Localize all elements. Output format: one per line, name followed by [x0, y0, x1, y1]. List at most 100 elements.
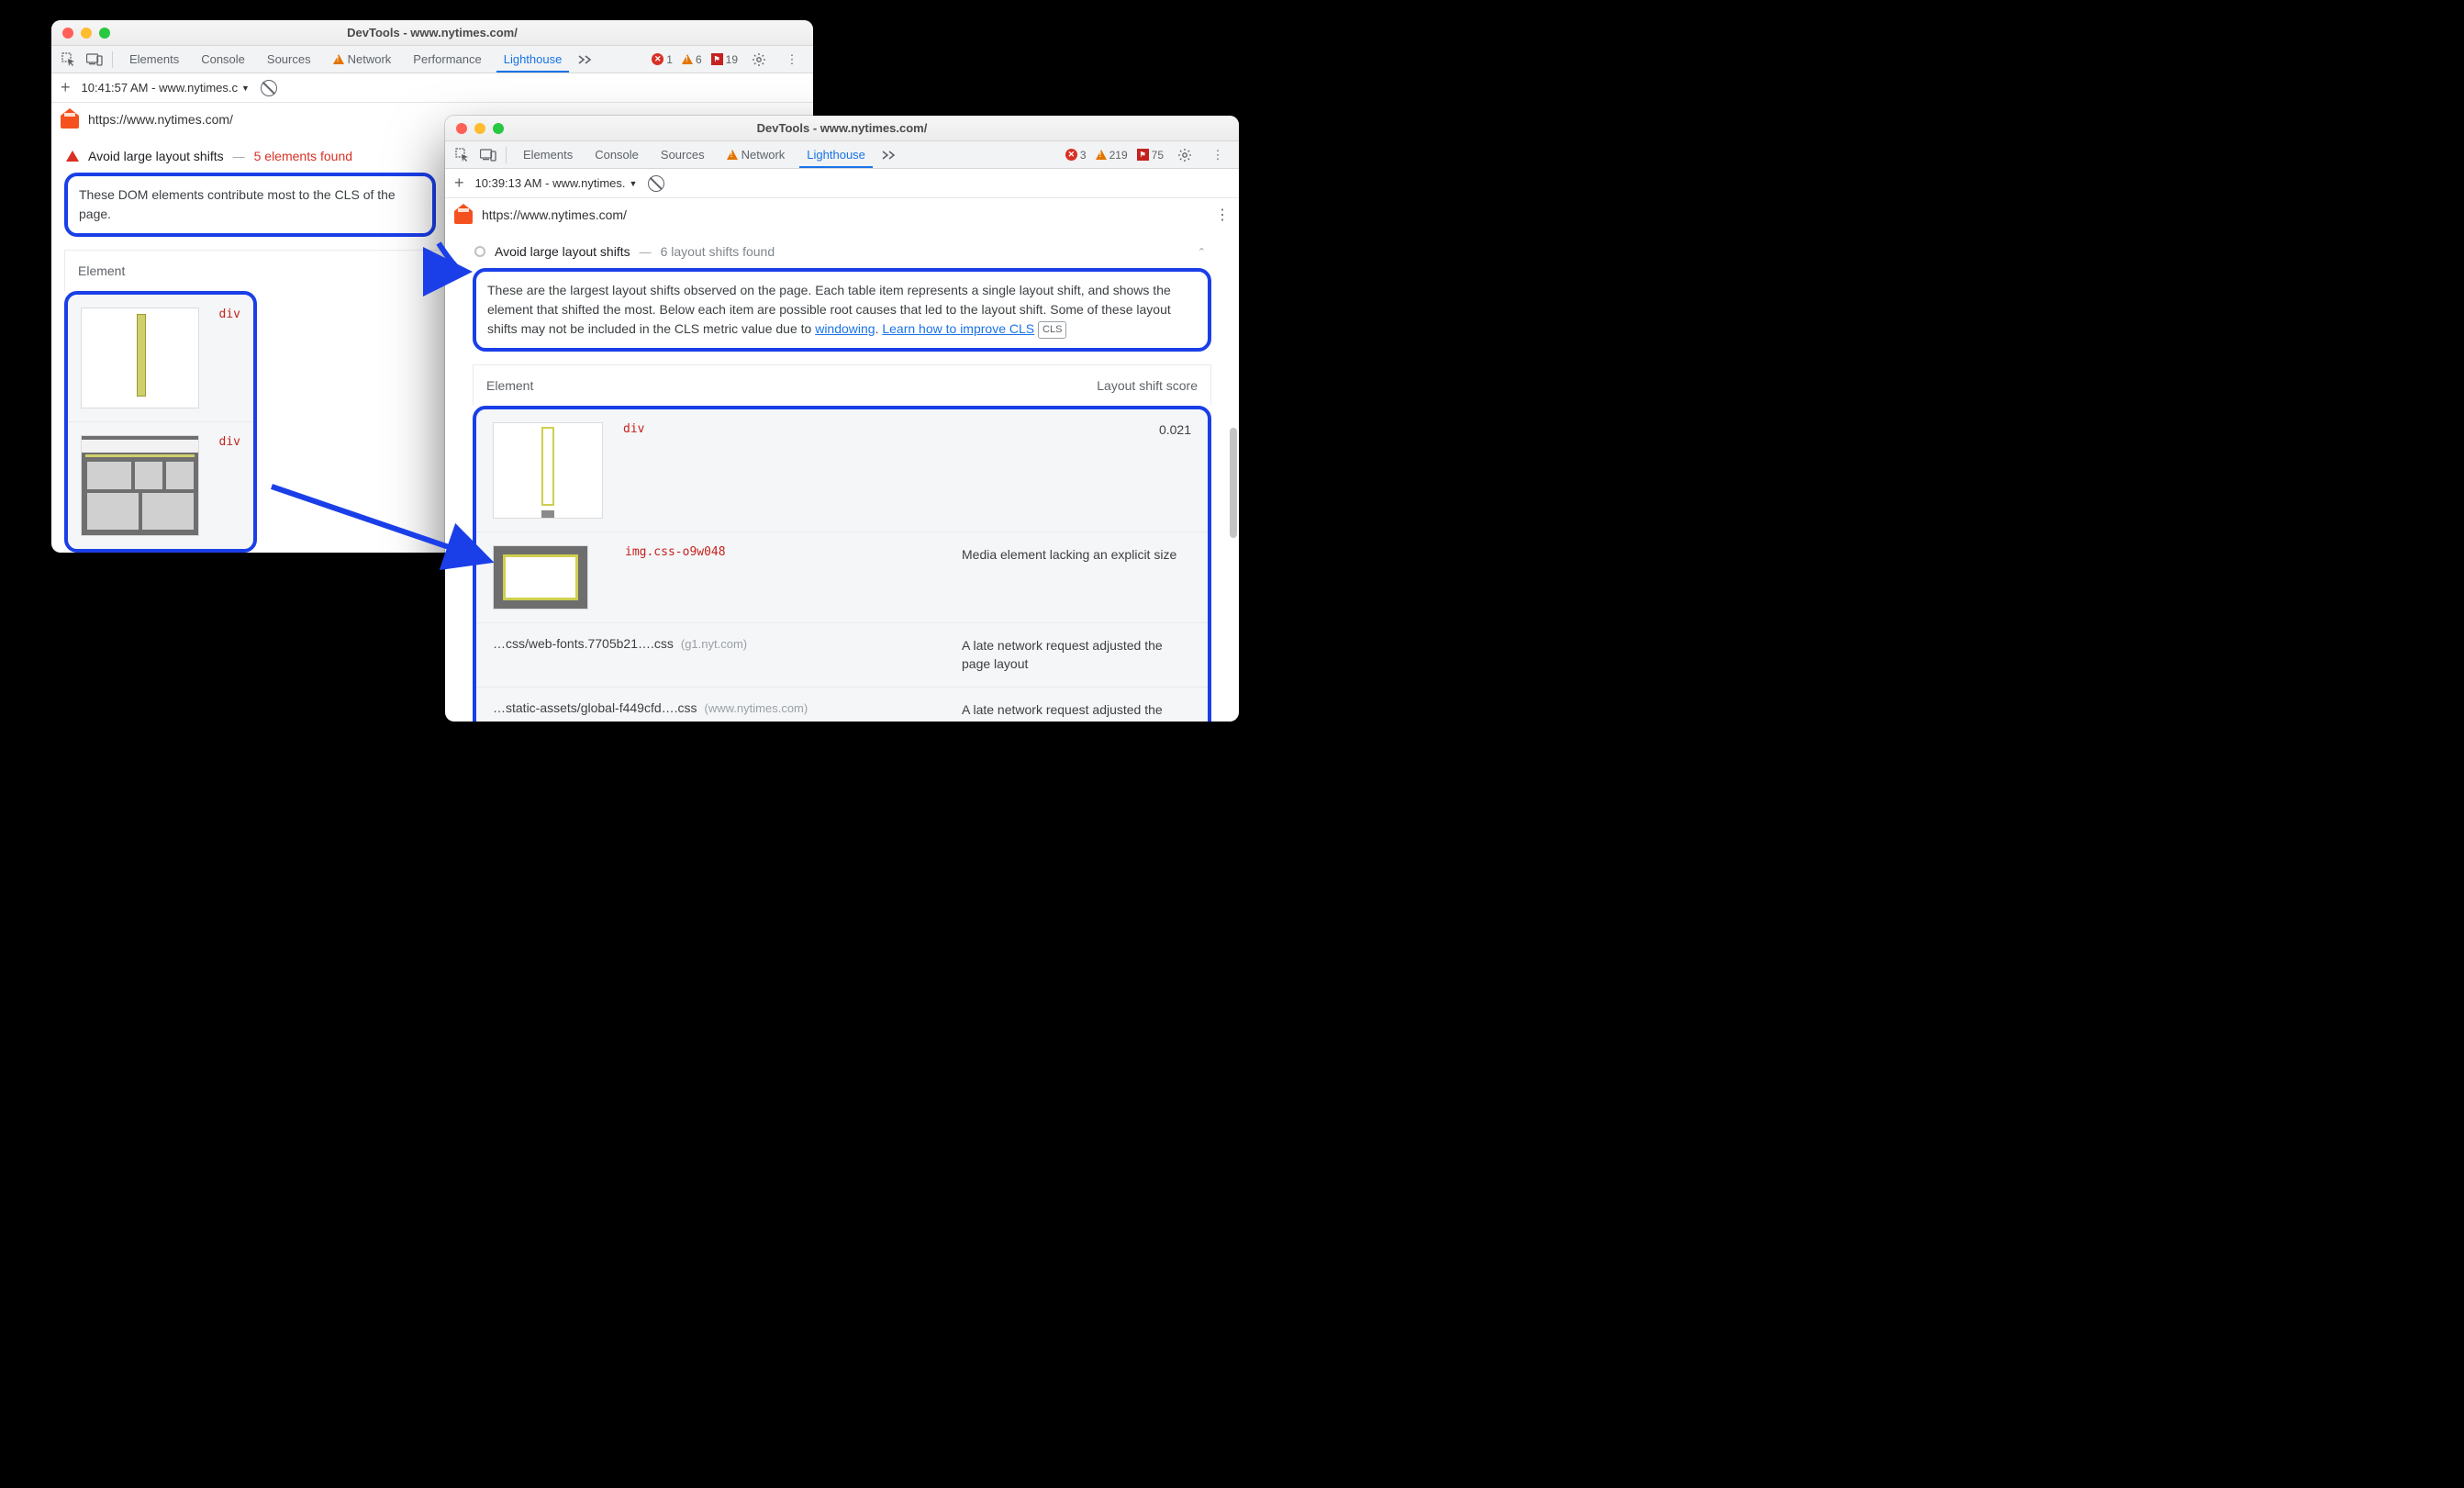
clear-icon[interactable]: [648, 175, 664, 192]
element-thumbnail: [81, 308, 199, 408]
warning-icon: [333, 54, 344, 64]
element-thumbnail: [81, 435, 199, 536]
file-host: (www.nytimes.com): [705, 701, 808, 715]
issue-count[interactable]: ⚑19: [711, 53, 738, 66]
audit-title: Avoid large layout shifts: [495, 244, 630, 259]
separator: —: [233, 150, 245, 163]
report-dropdown[interactable]: 10:39:13 AM - www.nytimes. ▼: [475, 176, 638, 190]
inspect-icon[interactable]: [57, 48, 81, 72]
resource: …static-assets/global-f449cfd….css (www.…: [493, 700, 808, 715]
col-element: Element: [78, 263, 125, 278]
table-row[interactable]: …css/web-fonts.7705b21….css (g1.nyt.com)…: [476, 622, 1208, 687]
cause-text: Media element lacking an explicit size: [962, 545, 1191, 564]
device-toggle-icon[interactable]: [83, 48, 106, 72]
tab-console[interactable]: Console: [584, 141, 650, 168]
table-row[interactable]: div: [68, 421, 253, 549]
devtools-toolbar: Elements Console Sources Network Perform…: [51, 46, 813, 73]
device-toggle-icon[interactable]: [476, 143, 500, 167]
count-label: 219: [1109, 149, 1128, 162]
audit-area: Avoid large layout shifts — 6 layout shi…: [445, 231, 1239, 722]
audit-summary: 6 layout shifts found: [661, 244, 775, 259]
tabs-overflow-icon[interactable]: [573, 46, 600, 73]
chevron-up-icon[interactable]: ⌃: [1198, 246, 1206, 258]
tab-network[interactable]: Network: [322, 46, 403, 73]
chevron-down-icon: ▼: [630, 179, 638, 188]
url-row: https://www.nytimes.com/ ⋮: [445, 198, 1239, 231]
tab-label: Network: [348, 52, 392, 66]
kebab-icon[interactable]: ⋮: [780, 48, 804, 72]
warning-icon: [727, 150, 738, 160]
element-selector: div: [623, 422, 644, 436]
separator: —: [640, 245, 652, 259]
dropdown-label: 10:39:13 AM - www.nytimes.: [475, 176, 626, 190]
col-score: Layout shift score: [1097, 378, 1198, 393]
gear-icon[interactable]: [1173, 143, 1197, 167]
audit-header[interactable]: Avoid large layout shifts — 6 layout shi…: [473, 235, 1211, 268]
table-body: div 0.021 img.css-o9w048 Media element l…: [473, 406, 1211, 722]
table-row[interactable]: div 0.021: [476, 409, 1208, 531]
tab-strip: Elements Console Sources Network Perform…: [118, 46, 600, 73]
layout-shift-score: 0.021: [1159, 422, 1191, 437]
window-title: DevTools - www.nytimes.com/: [51, 26, 813, 39]
learn-link[interactable]: Learn how to improve CLS: [882, 321, 1034, 336]
warning-count[interactable]: 219: [1096, 149, 1128, 162]
gear-icon[interactable]: [747, 48, 771, 72]
element-selector: img.css-o9w048: [625, 545, 726, 559]
tab-elements[interactable]: Elements: [118, 46, 190, 73]
clear-icon[interactable]: [261, 80, 277, 96]
dropdown-label: 10:41:57 AM - www.nytimes.c: [82, 81, 239, 95]
tab-label: Network: [741, 148, 786, 162]
lighthouse-subbar: + 10:39:13 AM - www.nytimes. ▼: [445, 169, 1239, 198]
table-body: div div: [64, 291, 257, 553]
lighthouse-icon: [454, 206, 473, 224]
tab-strip: Elements Console Sources Network Lightho…: [512, 141, 904, 168]
windowing-link[interactable]: windowing: [815, 321, 875, 336]
file-name: …css/web-fonts.7705b21….css: [493, 636, 674, 651]
tab-console[interactable]: Console: [190, 46, 256, 73]
tab-lighthouse[interactable]: Lighthouse: [493, 46, 574, 73]
tab-sources[interactable]: Sources: [256, 46, 322, 73]
audit-title: Avoid large layout shifts: [88, 149, 224, 163]
cause-text: A late network request adjusted the page…: [962, 636, 1191, 674]
chevron-down-icon: ▼: [241, 84, 250, 93]
page-url: https://www.nytimes.com/: [482, 207, 627, 222]
titlebar: DevTools - www.nytimes.com/: [51, 20, 813, 46]
titlebar: DevTools - www.nytimes.com/: [445, 116, 1239, 141]
new-report-button[interactable]: +: [454, 173, 464, 193]
new-report-button[interactable]: +: [61, 78, 71, 97]
count-label: 75: [1152, 149, 1164, 162]
tab-elements[interactable]: Elements: [512, 141, 584, 168]
element-selector: div: [219, 435, 240, 449]
scrollbar[interactable]: [1230, 428, 1237, 538]
lighthouse-icon: [61, 110, 79, 129]
tab-network[interactable]: Network: [716, 141, 797, 168]
table-row[interactable]: div: [68, 295, 253, 421]
tab-lighthouse[interactable]: Lighthouse: [796, 141, 876, 168]
report-menu-icon[interactable]: ⋮: [1215, 206, 1230, 224]
count-label: 19: [726, 53, 738, 66]
inspect-icon[interactable]: [451, 143, 474, 167]
tab-performance[interactable]: Performance: [402, 46, 492, 73]
issue-count[interactable]: ⚑75: [1137, 149, 1164, 162]
report-dropdown[interactable]: 10:41:57 AM - www.nytimes.c ▼: [82, 81, 250, 95]
fail-icon: [66, 151, 79, 162]
cause-text: A late network request adjusted the page…: [962, 700, 1191, 722]
element-thumbnail: [493, 545, 588, 610]
table-header: Element Layout shift score: [473, 364, 1211, 406]
warning-count[interactable]: 6: [682, 53, 702, 66]
lighthouse-subbar: + 10:41:57 AM - www.nytimes.c ▼: [51, 73, 813, 103]
devtools-toolbar: Elements Console Sources Network Lightho…: [445, 141, 1239, 169]
devtools-window-right: DevTools - www.nytimes.com/ Elements Con…: [445, 116, 1239, 722]
count-label: 3: [1080, 149, 1087, 162]
table-row[interactable]: …static-assets/global-f449cfd….css (www.…: [476, 687, 1208, 722]
tabs-overflow-icon[interactable]: [876, 141, 904, 168]
description-callout: These DOM elements contribute most to th…: [64, 173, 436, 237]
element-selector: div: [219, 308, 240, 321]
error-count[interactable]: ✕3: [1065, 149, 1087, 162]
page-url: https://www.nytimes.com/: [88, 112, 233, 127]
tab-sources[interactable]: Sources: [650, 141, 716, 168]
error-count[interactable]: ✕1: [652, 53, 673, 66]
table-row[interactable]: img.css-o9w048 Media element lacking an …: [476, 531, 1208, 622]
kebab-icon[interactable]: ⋮: [1206, 143, 1230, 167]
count-label: 1: [666, 53, 673, 66]
